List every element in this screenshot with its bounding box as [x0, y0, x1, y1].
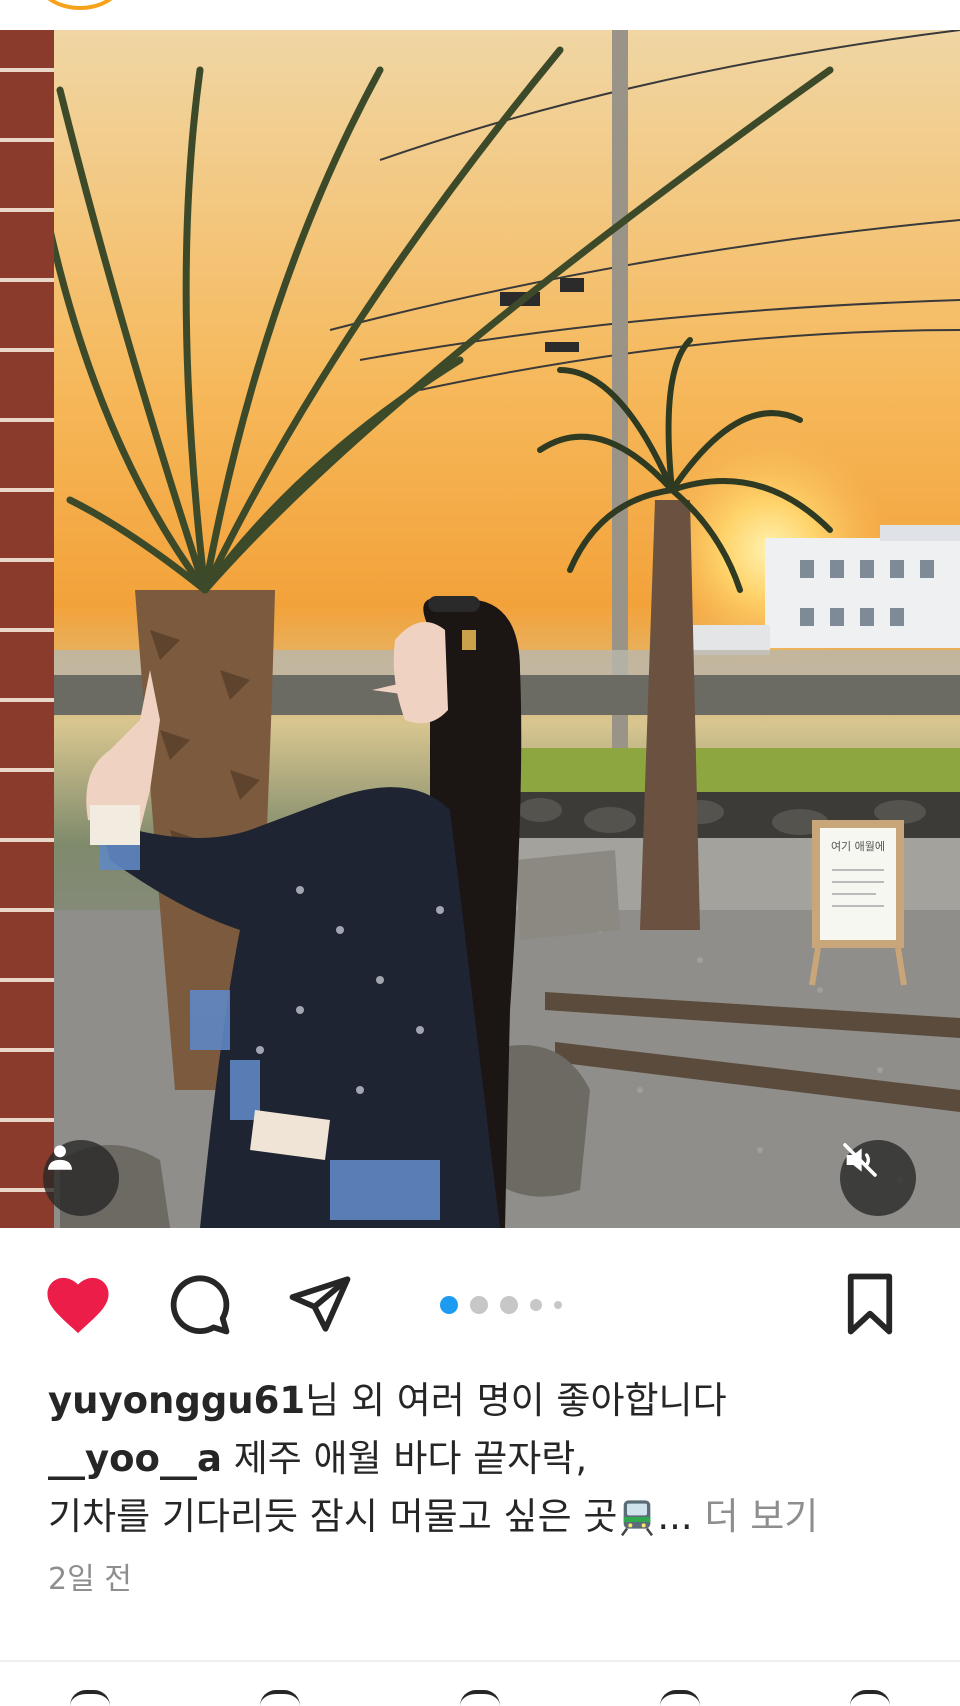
- share-button[interactable]: [284, 1268, 356, 1340]
- bookmark-icon: [847, 1273, 893, 1335]
- mute-button[interactable]: [840, 1140, 916, 1216]
- caption-ellipsis: ...: [657, 1495, 693, 1538]
- person-tag-icon: [47, 1145, 73, 1170]
- sign-text: 여기 애월에: [831, 840, 885, 853]
- brick-wall: [0, 30, 54, 1228]
- liked-by-username[interactable]: yuyonggu61: [48, 1379, 305, 1422]
- story-ring-icon[interactable]: [38, 0, 122, 10]
- post-image[interactable]: 여기 애월에: [0, 30, 960, 1228]
- send-icon: [289, 1276, 351, 1332]
- bottom-divider: [0, 1660, 960, 1662]
- mute-icon: [843, 1143, 877, 1177]
- caption-text-1: 제주 애월 바다 끝자락,: [221, 1437, 588, 1480]
- utility-pole: [612, 30, 628, 850]
- train-emoji-icon: [621, 1500, 654, 1537]
- author-username[interactable]: __yoo__a: [48, 1437, 222, 1480]
- carousel-dot: [470, 1296, 488, 1314]
- nav-icon-peek[interactable]: [70, 1690, 110, 1706]
- top-strip: [0, 0, 960, 30]
- carousel-dot: [554, 1301, 562, 1309]
- carousel-dot-active: [440, 1296, 458, 1314]
- save-button[interactable]: [840, 1268, 900, 1340]
- power-lines: [329, 30, 960, 391]
- heart-icon: [47, 1277, 109, 1334]
- carousel-dot: [530, 1299, 542, 1311]
- post-text: yuyonggu61님 외 여러 명이 좋아합니다 __yoo__a 제주 애월…: [48, 1372, 928, 1546]
- comment-icon: [170, 1275, 230, 1335]
- carousel-dot: [500, 1296, 518, 1314]
- likes-line: yuyonggu61님 외 여러 명이 좋아합니다: [48, 1372, 928, 1430]
- photo-scene: 여기 애월에: [0, 30, 960, 1228]
- caption-line: __yoo__a 제주 애월 바다 끝자락,: [48, 1430, 928, 1488]
- nav-icon-peek[interactable]: [460, 1690, 500, 1706]
- green-field: [500, 748, 960, 798]
- bottom-nav-peek: [0, 1690, 960, 1706]
- tagged-people-button[interactable]: [43, 1140, 119, 1216]
- post-timestamp: 2일 전: [48, 1562, 132, 1597]
- like-button[interactable]: [40, 1268, 116, 1340]
- caption-text-2: 기차를 기다리듯 잠시 머물고 싶은 곳: [48, 1495, 618, 1538]
- nav-icon-peek[interactable]: [850, 1690, 890, 1706]
- nav-icon-peek[interactable]: [660, 1690, 700, 1706]
- more-link[interactable]: 더 보기: [704, 1495, 818, 1538]
- comment-button[interactable]: [164, 1268, 234, 1340]
- caption-line-2: 기차를 기다리듯 잠시 머물고 싶은 곳 ... 더 보기: [48, 1488, 928, 1546]
- nav-icon-peek[interactable]: [260, 1690, 300, 1706]
- post-actions-bar: [0, 1228, 960, 1376]
- liked-by-suffix[interactable]: 님 외 여러 명이 좋아합니다: [305, 1379, 726, 1422]
- carousel-indicator: [440, 1296, 562, 1314]
